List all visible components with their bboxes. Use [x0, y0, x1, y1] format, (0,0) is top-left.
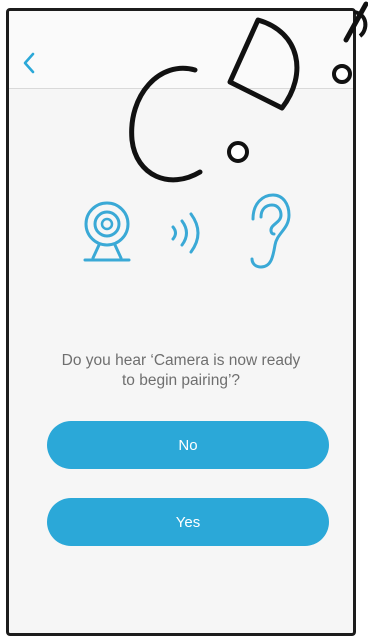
sound-waves-icon — [171, 212, 200, 254]
screenshot-frame: Do you hear ‘Camera is now ready to begi… — [0, 0, 368, 643]
back-button[interactable] — [15, 46, 43, 80]
pairing-illustration — [9, 191, 353, 281]
yes-button[interactable]: Yes — [47, 498, 329, 546]
question-line-2: to begin pairing’? — [121, 372, 241, 389]
phone-screen: Do you hear ‘Camera is now ready to begi… — [6, 8, 356, 636]
camera-icon — [83, 201, 131, 262]
top-navigation-bar — [9, 11, 353, 89]
no-button[interactable]: No — [47, 421, 329, 469]
pairing-question: Do you hear ‘Camera is now ready to begi… — [9, 351, 353, 391]
chevron-left-icon — [23, 52, 35, 74]
question-line-1: Do you hear ‘Camera is now ready — [61, 352, 301, 369]
ear-icon — [250, 193, 291, 269]
